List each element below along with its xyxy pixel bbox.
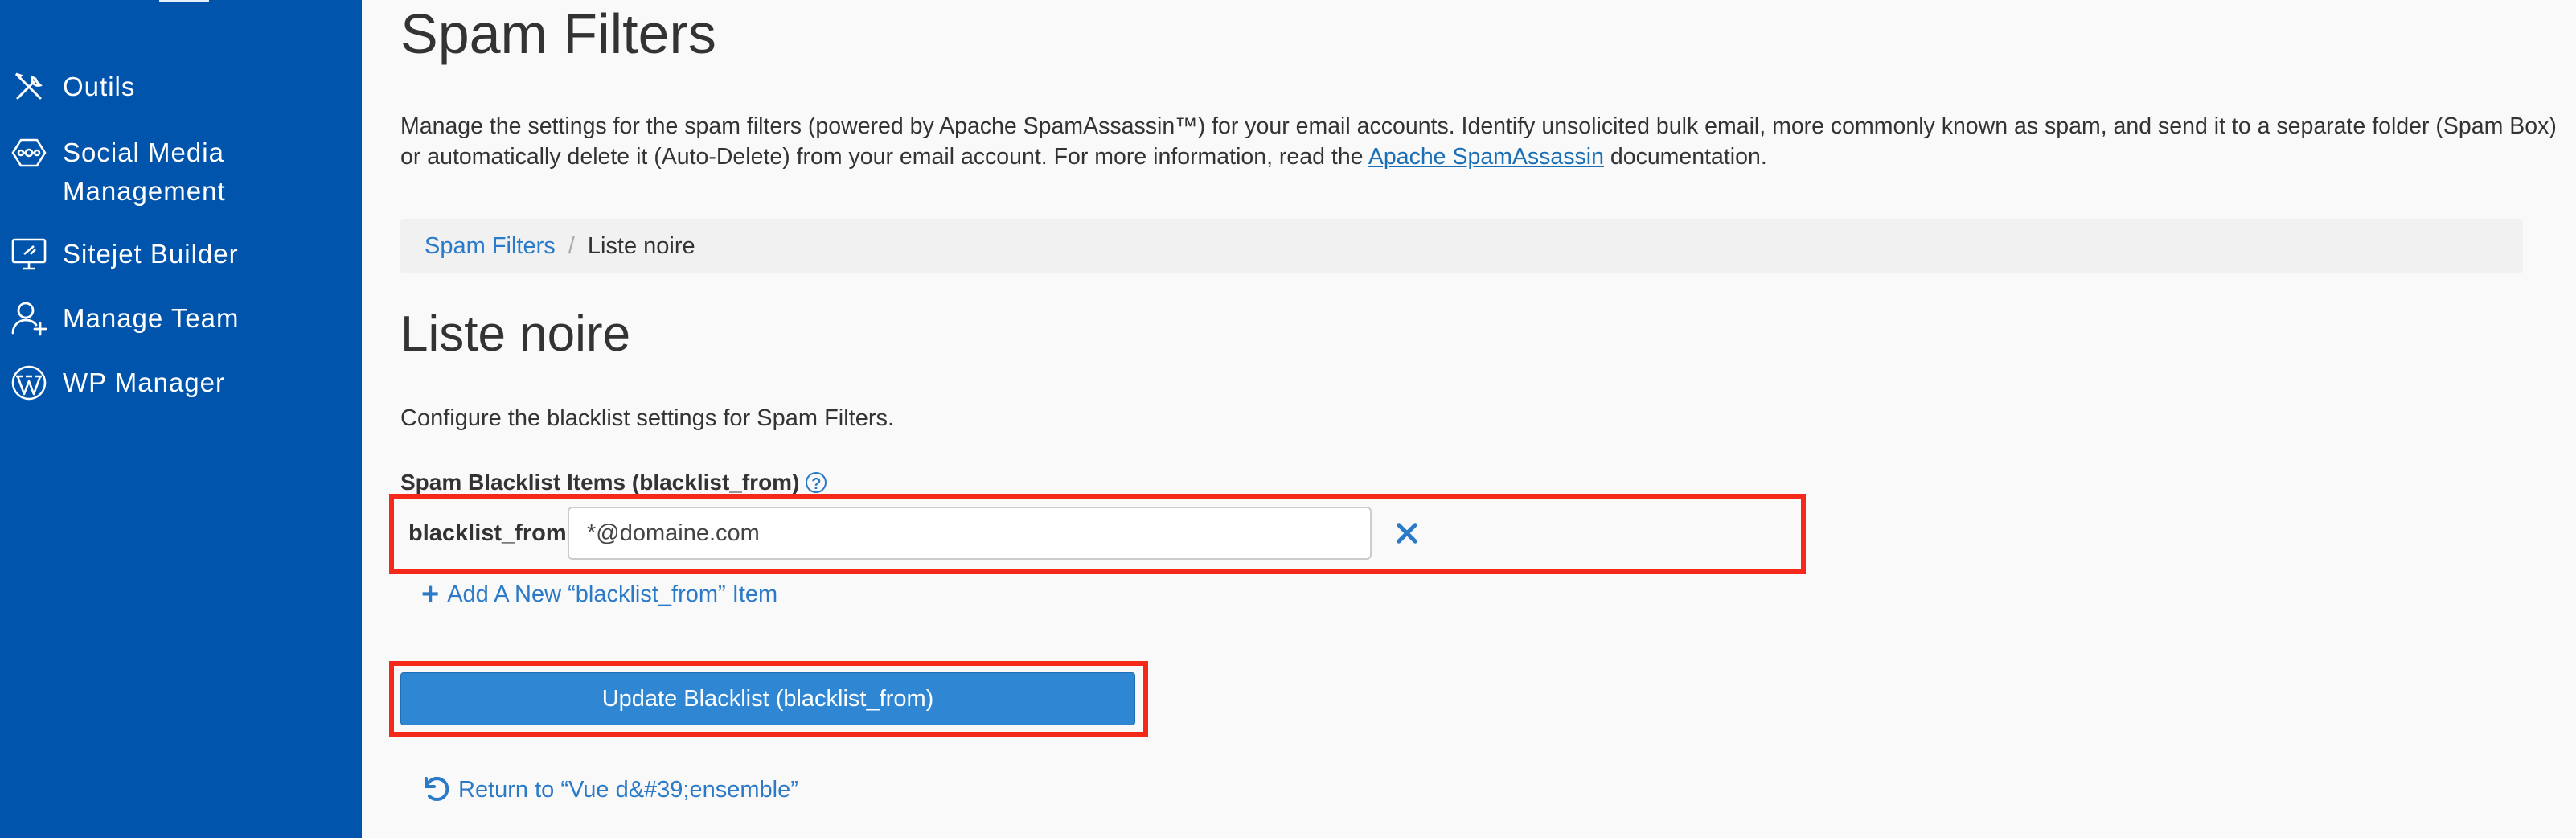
main-content: Spam Filters Manage the settings for the… (362, 0, 2576, 838)
description-text-end: documentation. (1603, 144, 1767, 170)
blacklist-item-row: blacklist_from (408, 507, 1423, 560)
help-icon[interactable]: ? (806, 472, 827, 493)
return-link[interactable]: Return to “Vue d&#39;ensemble” (418, 770, 798, 809)
spamassassin-link[interactable]: Apache SpamAssassin (1368, 144, 1604, 170)
tools-icon (10, 68, 48, 106)
add-item-label: Add A New “blacklist_from” Item (447, 581, 778, 607)
add-item-link[interactable]: + Add A New “blacklist_from” Item (421, 579, 777, 610)
remove-item-icon[interactable] (1391, 517, 1423, 549)
wordpress-icon (10, 364, 48, 402)
blacklist-item-key: blacklist_from (408, 520, 567, 546)
field-label-text: Spam Blacklist Items (blacklist_from) (400, 470, 800, 495)
page-description: Manage the settings for the spam filters… (400, 111, 2571, 172)
sidebar-top-mark (159, 0, 209, 2)
section-description: Configure the blacklist settings for Spa… (400, 405, 895, 431)
sidebar-item-label: Social Media Management (63, 138, 226, 206)
sidebar-item-manage-team[interactable]: Manage Team (0, 299, 362, 339)
manage-team-icon (10, 299, 48, 338)
return-label: Return to “Vue d&#39;ensemble” (458, 776, 798, 803)
sidebar-item-social-media[interactable]: Social Media Management (0, 134, 362, 211)
social-media-icon (10, 134, 48, 172)
breadcrumb-current: Liste noire (587, 232, 695, 259)
update-blacklist-button[interactable]: Update Blacklist (blacklist_from) (400, 672, 1135, 725)
sidebar-item-label: WP Manager (63, 368, 225, 397)
sidebar-item-label: Manage Team (63, 303, 240, 333)
breadcrumb-spam-filters[interactable]: Spam Filters (425, 233, 556, 260)
undo-icon (418, 770, 458, 809)
breadcrumb: Spam Filters / Liste noire (400, 219, 2523, 273)
sidebar-item-label: Sitejet Builder (63, 239, 239, 269)
plus-icon: + (421, 577, 440, 611)
sidebar: Outils Social Media Management Sitejet B… (0, 0, 362, 838)
sidebar-item-wp-manager[interactable]: WP Manager (0, 364, 362, 404)
sidebar-item-sitejet[interactable]: Sitejet Builder (0, 235, 362, 275)
section-title: Liste noire (400, 306, 631, 362)
breadcrumb-separator: / (568, 232, 575, 259)
sidebar-item-label: Outils (63, 72, 136, 101)
sidebar-item-outils[interactable]: Outils (0, 68, 362, 108)
blacklist-item-input[interactable] (568, 507, 1372, 560)
page-title: Spam Filters (400, 2, 716, 65)
sitejet-icon (10, 235, 48, 273)
field-label: Spam Blacklist Items (blacklist_from) ? (400, 470, 827, 495)
